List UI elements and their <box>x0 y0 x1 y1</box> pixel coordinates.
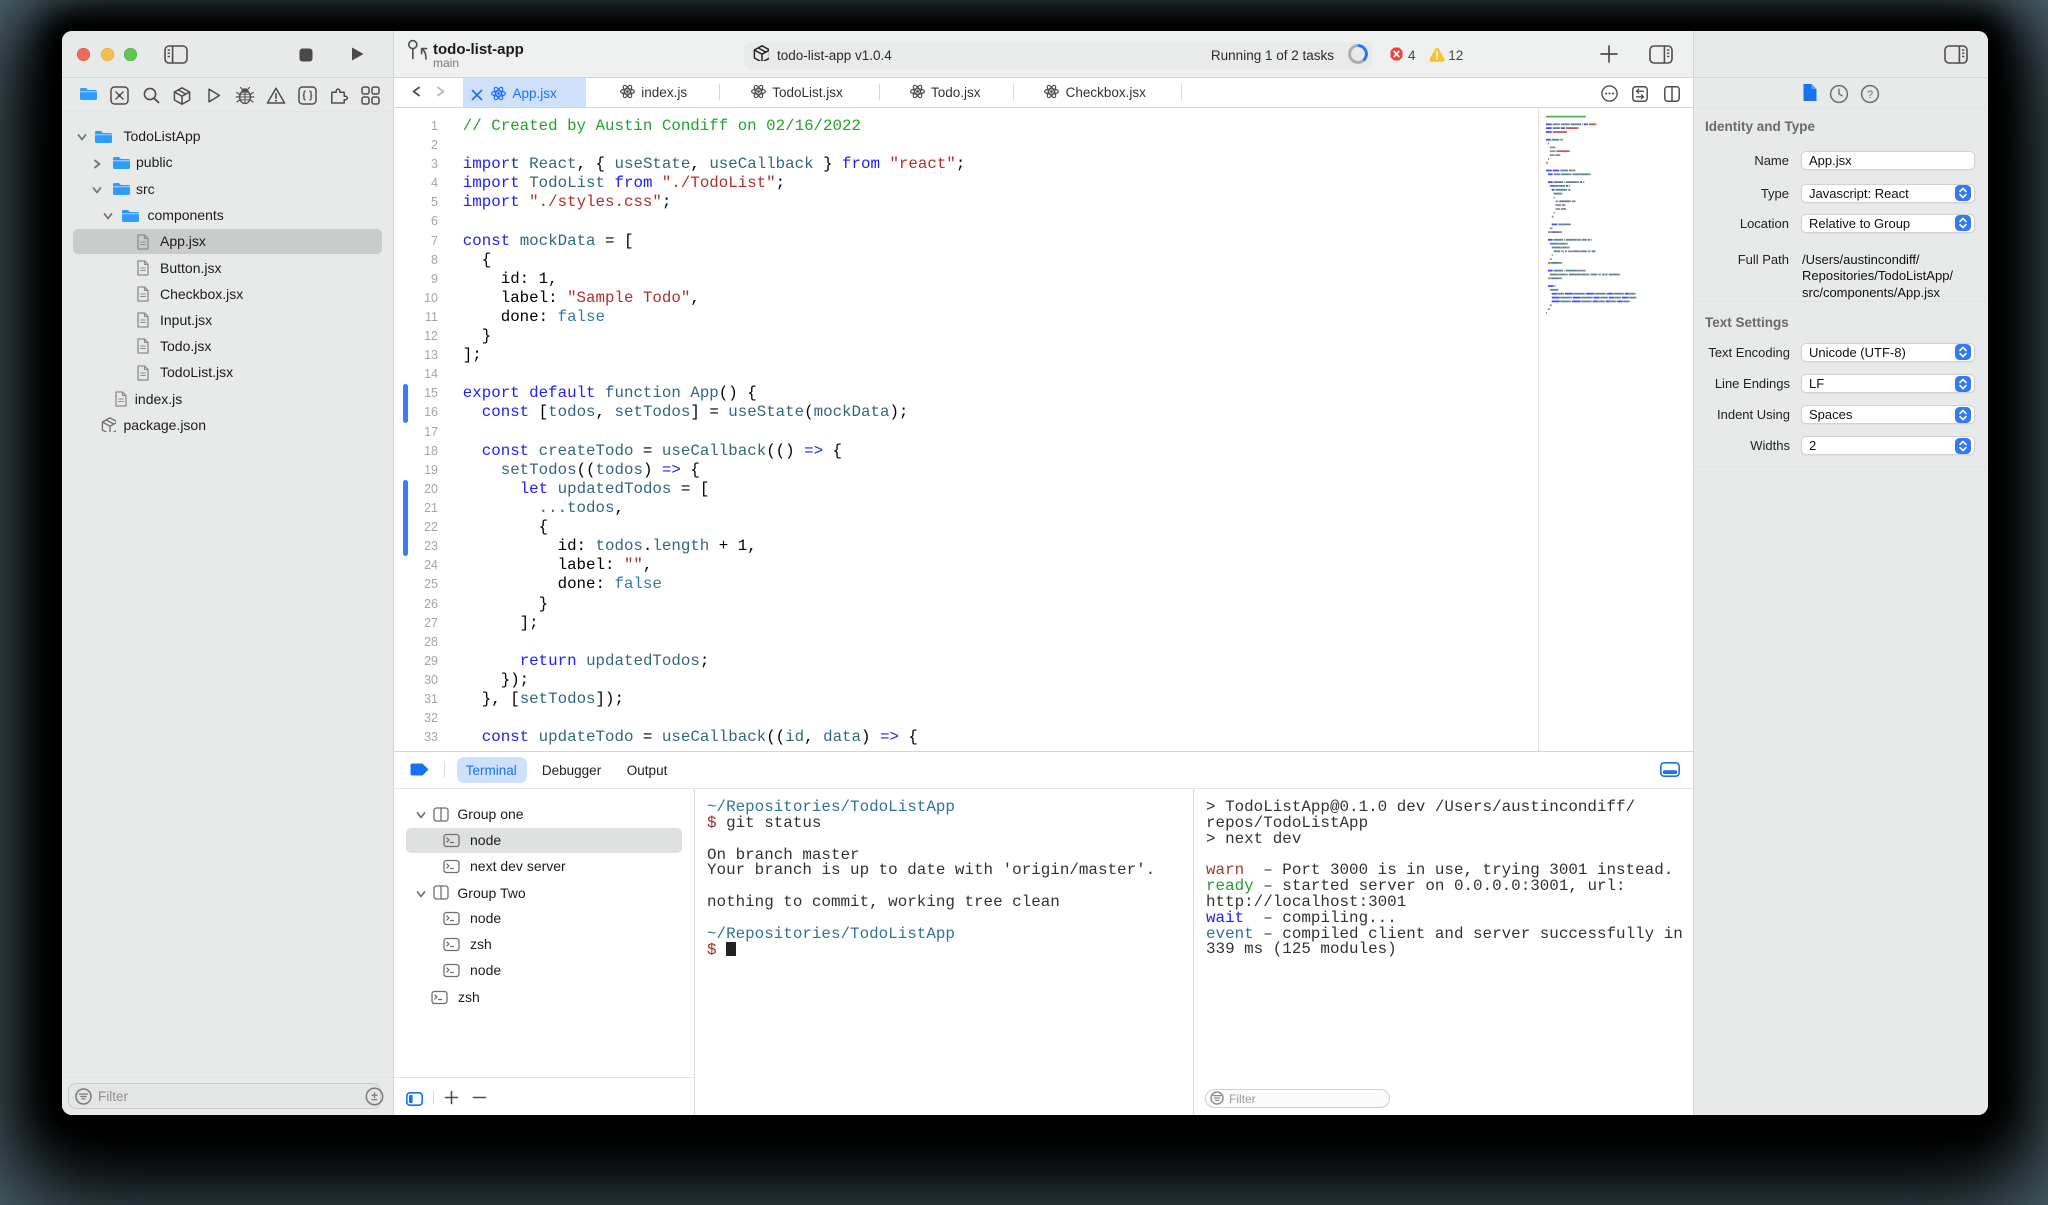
svg-text:?: ? <box>1867 89 1873 101</box>
